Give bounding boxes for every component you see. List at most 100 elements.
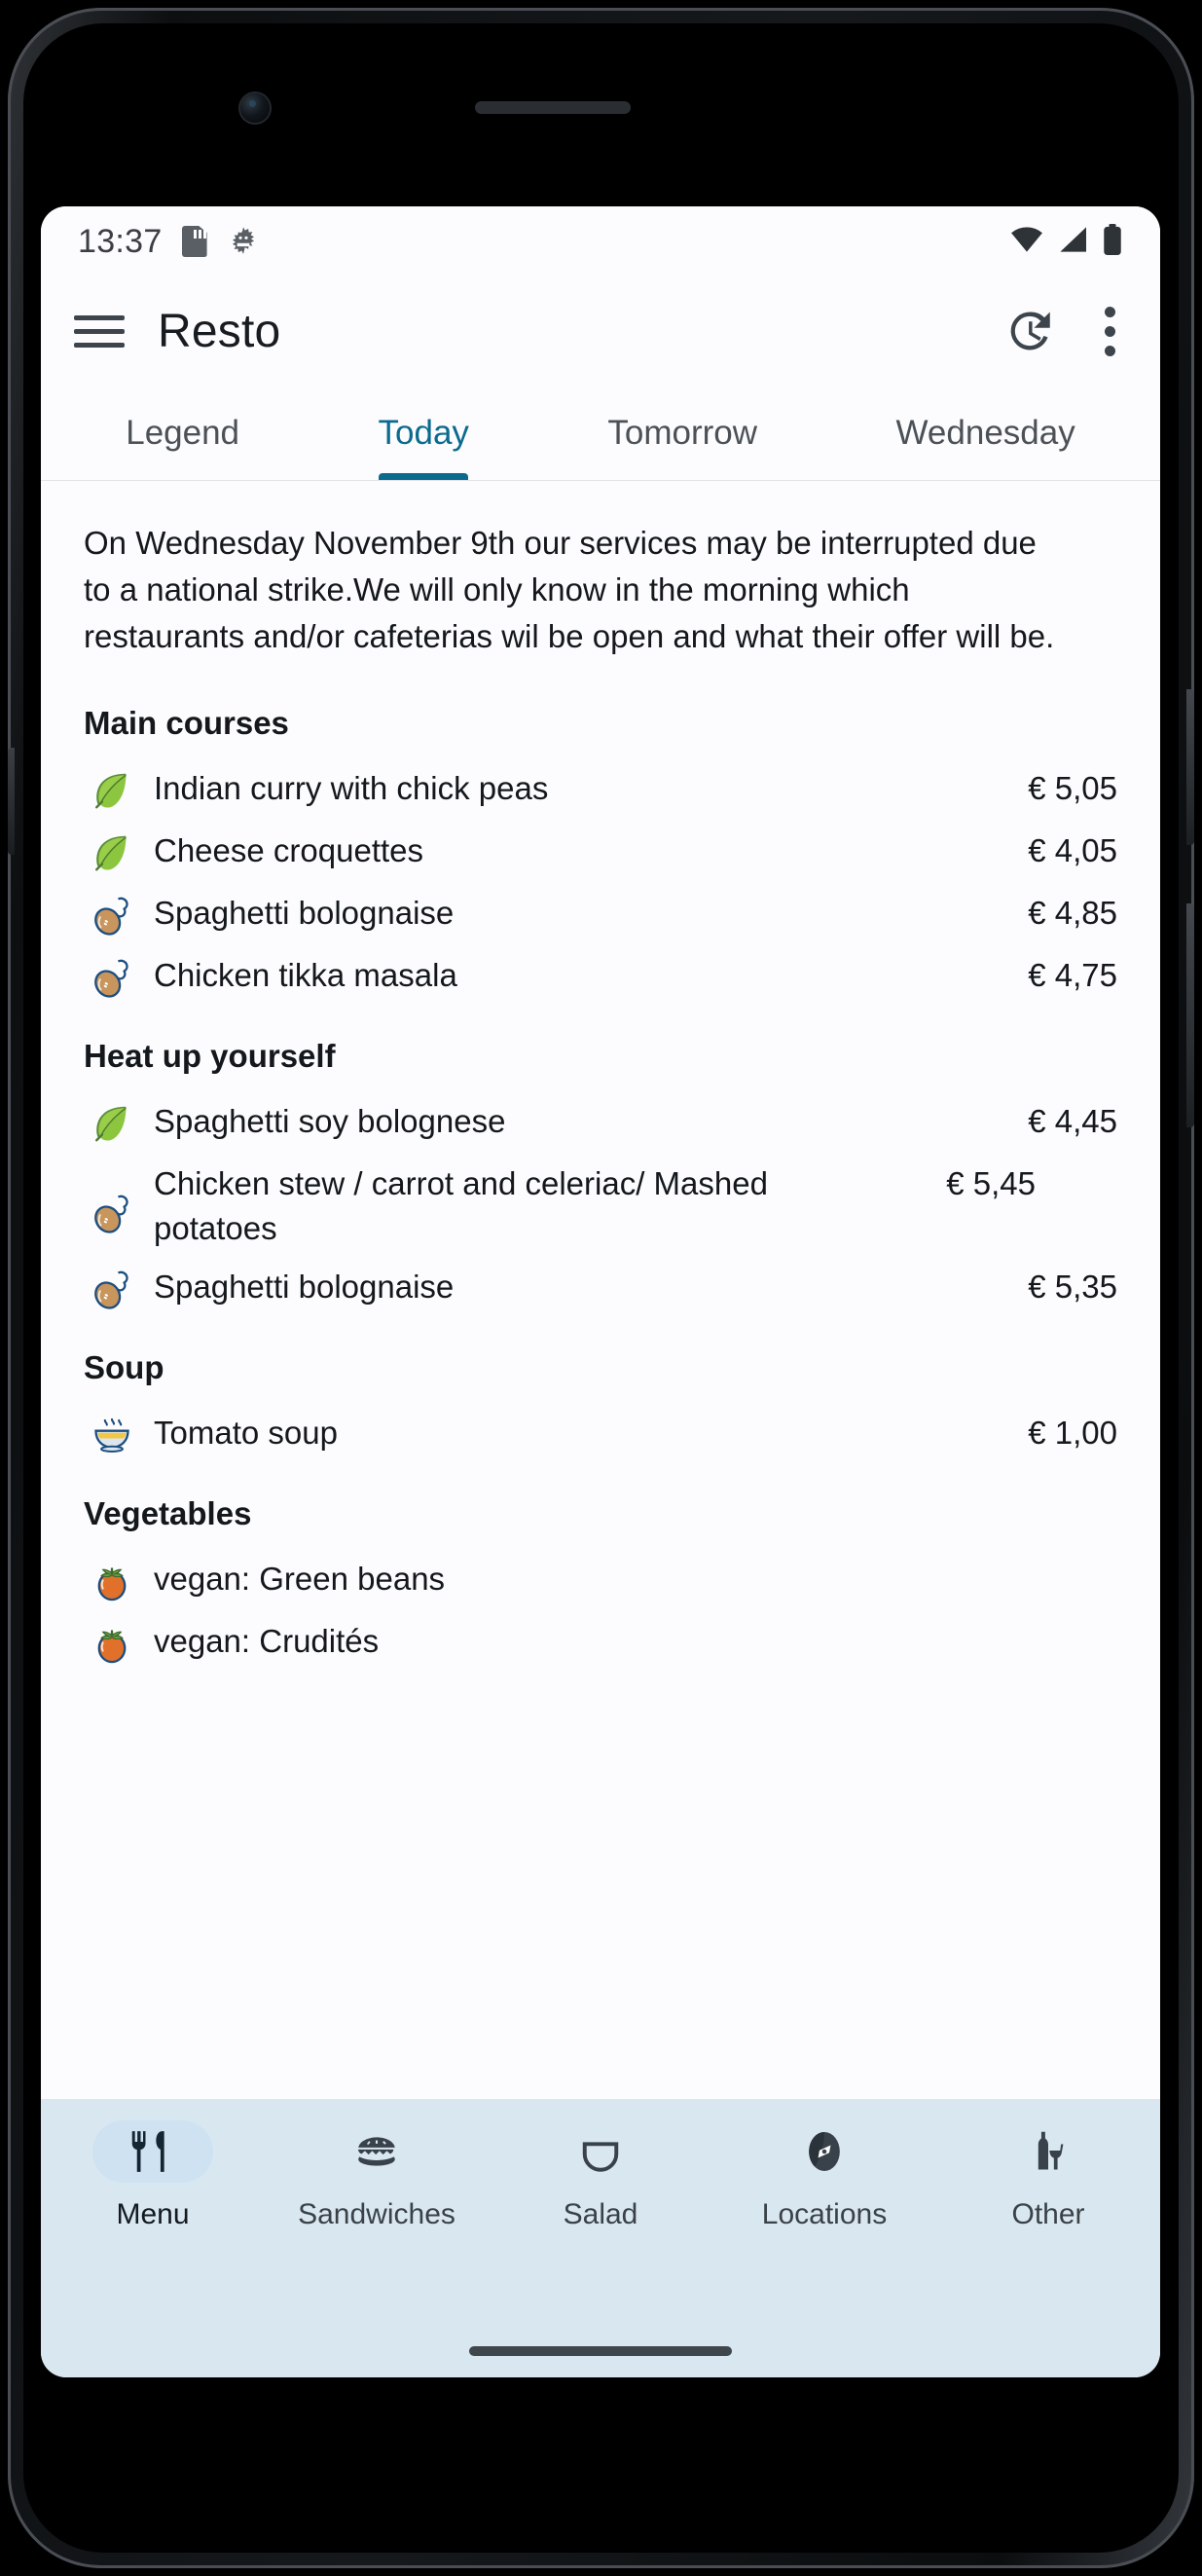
- tab-label: Today: [378, 413, 469, 452]
- left-side-button[interactable]: [8, 748, 15, 855]
- history-icon[interactable]: [1002, 306, 1053, 356]
- tab-label: Legend: [126, 413, 240, 452]
- tab-indicator: [637, 473, 727, 480]
- day-tab-bar: Legend Today Tomorrow Wednesday: [41, 386, 1160, 481]
- bottle-cup-icon: [1038, 2131, 1064, 2170]
- status-clock: 13:37: [78, 222, 163, 260]
- salad-bowl-icon: [582, 2142, 619, 2172]
- app-bar: Resto: [41, 276, 1160, 386]
- nav-item-label: Menu: [116, 2198, 190, 2230]
- cellular-signal-icon: [1057, 226, 1088, 258]
- nav-item-menu[interactable]: Menu: [41, 2120, 265, 2231]
- home-indicator: [41, 2325, 1160, 2377]
- volume-button[interactable]: [1186, 689, 1194, 845]
- tab-label: Wednesday: [895, 413, 1075, 452]
- menu-item-row[interactable]: Indian curry with chick peas € 5,05: [84, 759, 1117, 822]
- menu-item-name: vegan: Crudités: [154, 1623, 380, 1659]
- menu-item-name: Tomato soup: [154, 1415, 338, 1451]
- hamburger-menu-icon[interactable]: [74, 306, 125, 356]
- section-main-courses: Main courses Indian curry with chick pea…: [84, 705, 1117, 1009]
- status-bar: 13:37: [41, 206, 1160, 276]
- menu-content: On Wednesday November 9th our services m…: [41, 481, 1160, 2136]
- nav-item-locations[interactable]: Locations: [712, 2120, 936, 2231]
- tomato-icon: [84, 1557, 140, 1605]
- tomato-icon: [84, 1619, 140, 1668]
- section-vegetables: Vegetables vegan: Green beans vegan: Cru…: [84, 1495, 1117, 1674]
- drumstick-icon: [84, 1265, 140, 1313]
- sandwich-icon: [358, 2137, 395, 2166]
- menu-item-row[interactable]: vegan: Green beans: [84, 1550, 1117, 1612]
- nav-item-other[interactable]: Other: [936, 2120, 1160, 2231]
- bottom-nav-items: Menu Sandwiches Salad Locations Other: [41, 2099, 1160, 2325]
- section-title: Soup: [84, 1349, 164, 1385]
- leaf-icon: [84, 766, 140, 815]
- service-notice: On Wednesday November 9th our services m…: [84, 525, 1055, 654]
- menu-item-name: Spaghetti bolognaise: [154, 1269, 455, 1305]
- nav-item-sandwiches[interactable]: Sandwiches: [265, 2120, 489, 2231]
- more-vertical-icon[interactable]: [1104, 306, 1115, 356]
- menu-item-price: € 4,45: [1028, 1103, 1117, 1139]
- nav-pill: [764, 2120, 885, 2183]
- power-button[interactable]: [1186, 903, 1194, 1127]
- menu-item-price: € 4,85: [1028, 895, 1117, 931]
- android-bug-icon: [227, 223, 260, 261]
- leaf-icon: [84, 1099, 140, 1148]
- menu-item-name: Chicken stew / carrot and celeriac/ Mash…: [154, 1165, 768, 1246]
- app-bar-actions: [1002, 306, 1127, 356]
- bottom-navigation-bar: Menu Sandwiches Salad Locations Other: [41, 2099, 1160, 2377]
- menu-item-row[interactable]: Tomato soup € 1,00: [84, 1404, 1117, 1466]
- nav-item-label: Salad: [563, 2198, 638, 2230]
- menu-item-name: Spaghetti bolognaise: [154, 895, 455, 931]
- status-bar-left: 13:37: [78, 223, 260, 261]
- menu-item-row[interactable]: Chicken stew / carrot and celeriac/ Mash…: [84, 1155, 1117, 1258]
- nav-item-label: Locations: [761, 2198, 888, 2230]
- menu-item-row[interactable]: Chicken tikka masala € 4,75: [84, 946, 1117, 1009]
- front-camera: [240, 93, 270, 123]
- nav-item-salad[interactable]: Salad: [489, 2120, 712, 2231]
- compass-icon: [809, 2132, 840, 2171]
- tab-indicator: [379, 473, 469, 480]
- menu-item-row[interactable]: Cheese croquettes € 4,05: [84, 822, 1117, 884]
- nav-active-pill: [92, 2120, 213, 2183]
- nav-pill: [988, 2120, 1109, 2183]
- earpiece-speaker: [475, 101, 631, 114]
- nav-pill: [540, 2120, 661, 2183]
- menu-item-name: vegan: Green beans: [154, 1561, 446, 1597]
- section-soup: Soup Tomato soup € 1,00: [84, 1349, 1117, 1466]
- menu-item-price: € 4,05: [1028, 832, 1117, 868]
- menu-item-price: € 5,05: [1028, 770, 1117, 806]
- fork-knife-icon: [131, 2131, 164, 2172]
- home-bar[interactable]: [469, 2346, 732, 2356]
- sd-card-icon: [181, 226, 207, 257]
- page-title: Resto: [158, 305, 281, 357]
- menu-item-row[interactable]: vegan: Crudités: [84, 1612, 1117, 1674]
- wifi-icon: [1010, 226, 1043, 258]
- status-bar-right: [1010, 223, 1123, 260]
- menu-item-name: Cheese croquettes: [154, 832, 424, 868]
- tab-legend[interactable]: Legend: [56, 386, 309, 480]
- menu-item-row[interactable]: Spaghetti soy bolognese € 4,45: [84, 1092, 1117, 1155]
- menu-item-price: € 5,35: [1028, 1269, 1117, 1305]
- menu-item-name: Indian curry with chick peas: [154, 770, 549, 806]
- menu-item-name: Chicken tikka masala: [154, 957, 457, 993]
- tab-label: Tomorrow: [607, 413, 758, 452]
- tab-indicator: [138, 473, 228, 480]
- nav-pill: [316, 2120, 437, 2183]
- section-title: Main courses: [84, 705, 289, 741]
- tab-wednesday[interactable]: Wednesday: [826, 386, 1145, 480]
- phone-screen: 13:37 Resto Legend Today Tomorrow Wednes…: [41, 206, 1160, 2377]
- drumstick-icon: [84, 891, 140, 939]
- soup-bowl-icon: [84, 1411, 140, 1459]
- menu-item-price: € 1,00: [1028, 1415, 1117, 1451]
- menu-item-row[interactable]: Spaghetti bolognaise € 5,35: [84, 1258, 1117, 1320]
- tab-tomorrow[interactable]: Tomorrow: [538, 386, 826, 480]
- section-title: Heat up yourself: [84, 1038, 336, 1074]
- drumstick-icon: [84, 953, 140, 1002]
- nav-item-label: Other: [1011, 2198, 1085, 2230]
- battery-icon: [1102, 223, 1123, 260]
- leaf-icon: [84, 828, 140, 877]
- tab-today[interactable]: Today: [309, 386, 538, 480]
- nav-item-label: Sandwiches: [298, 2198, 455, 2230]
- tab-indicator: [941, 473, 1031, 480]
- menu-item-row[interactable]: Spaghetti bolognaise € 4,85: [84, 884, 1117, 946]
